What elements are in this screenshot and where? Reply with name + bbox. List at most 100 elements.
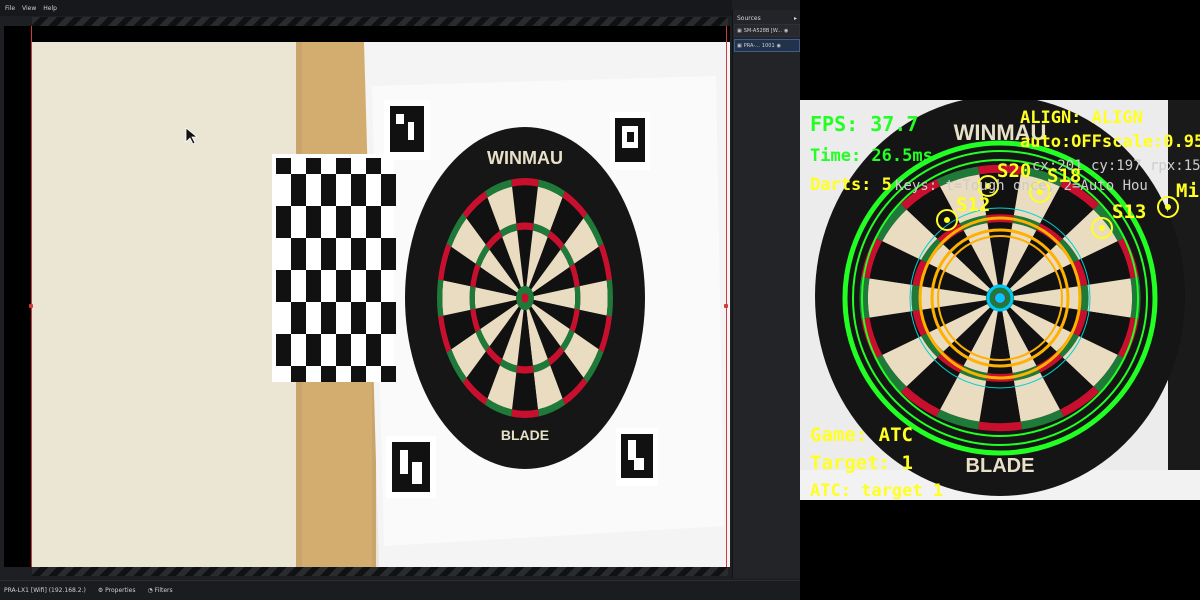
checker-square xyxy=(381,302,396,318)
checker-square xyxy=(366,158,381,174)
source-item[interactable]: ▣ SM-A528B [W... ◉ xyxy=(734,24,800,37)
checker-square xyxy=(276,222,291,238)
detection-image: WINMAU BLADE FPS: 37.7 Time: 26.5ms Dart xyxy=(800,100,1200,500)
resize-handle-left[interactable] xyxy=(29,304,33,308)
checker-square xyxy=(276,206,291,222)
checker-square xyxy=(336,334,351,350)
source-item[interactable]: ▣ PRA-... 1001 ◉ xyxy=(734,39,800,52)
checker-square xyxy=(306,334,321,350)
selection-edge-left[interactable] xyxy=(31,26,32,567)
checker-square xyxy=(291,318,306,334)
marker-label: S13 xyxy=(1112,201,1146,223)
dart-marker-dot xyxy=(1099,225,1105,231)
board-segment xyxy=(469,286,476,310)
checker-square xyxy=(336,286,351,302)
checker-square xyxy=(321,366,336,382)
properties-label: Properties xyxy=(105,587,136,594)
source-name: SM-A528B [W... xyxy=(743,27,782,34)
preview-canvas[interactable]: WINMAU BLADE xyxy=(4,26,732,567)
checker-square xyxy=(321,238,336,254)
checker-square xyxy=(336,158,351,174)
resize-handle-right[interactable] xyxy=(724,304,728,308)
board-segment xyxy=(516,222,534,231)
checker-square xyxy=(366,350,381,366)
checker-square xyxy=(351,254,366,270)
checker-square xyxy=(366,286,381,302)
dartboard-left: WINMAU BLADE xyxy=(405,127,645,469)
source-name: PRA-... xyxy=(743,42,760,49)
checker-square xyxy=(381,254,396,270)
checker-square xyxy=(306,158,321,174)
checker-square xyxy=(366,222,381,238)
board-segment xyxy=(579,280,608,316)
checker-square xyxy=(381,318,396,334)
board-model-left: BLADE xyxy=(501,427,549,443)
dock-menu-icon[interactable]: ▸ xyxy=(794,15,797,22)
bullseye-cyan xyxy=(995,293,1005,303)
menu-file[interactable]: File xyxy=(5,5,15,12)
board-segment xyxy=(512,372,538,411)
source-value: 1001 xyxy=(761,42,775,49)
fps-readout: FPS: 37.7 xyxy=(810,112,918,136)
marker-label: S12 xyxy=(956,194,990,216)
checker-square xyxy=(291,254,306,270)
checker-square xyxy=(321,190,336,206)
menu-view[interactable]: View xyxy=(22,5,36,12)
detection-view: WINMAU BLADE FPS: 37.7 Time: 26.5ms Dart xyxy=(800,100,1200,500)
calibration-checkerboard xyxy=(272,154,396,382)
menu-help[interactable]: Help xyxy=(43,5,57,12)
marker-label: S18 xyxy=(1047,165,1081,187)
checker-square xyxy=(351,238,366,254)
edit-stripe-top xyxy=(32,17,728,26)
darts-count: Darts: 5 xyxy=(810,175,892,195)
bullseye xyxy=(521,293,529,303)
checker-square xyxy=(381,174,396,190)
selection-edge-right[interactable] xyxy=(726,26,727,567)
target-readout: Target: 1 xyxy=(810,452,913,474)
checker-square xyxy=(276,350,291,366)
dart-marker-dot xyxy=(944,217,950,223)
checker-square xyxy=(351,318,366,334)
marker-label: Mi xyxy=(1176,180,1199,202)
filters-label: Filters xyxy=(154,587,173,594)
menu-bar: File View Help xyxy=(0,0,732,16)
dart-marker-dot xyxy=(1165,204,1171,210)
properties-button[interactable]: ⚙ Properties xyxy=(98,587,136,594)
checker-square xyxy=(381,366,396,382)
checker-square xyxy=(276,270,291,286)
visibility-eye-icon[interactable]: ◉ xyxy=(784,28,788,34)
gear-icon: ⚙ xyxy=(97,587,104,594)
align-status: ALIGN: ALIGN xyxy=(1020,108,1143,128)
checker-square xyxy=(366,270,381,286)
checker-square xyxy=(321,302,336,318)
checker-square xyxy=(306,270,321,286)
checker-square xyxy=(306,206,321,222)
checker-square xyxy=(321,254,336,270)
checker-square xyxy=(351,174,366,190)
obs-window: File View Help WINMAU BLADE Sources ▸ ▣ … xyxy=(0,0,800,600)
visibility-eye-icon[interactable]: ◉ xyxy=(777,43,781,49)
checker-square xyxy=(366,334,381,350)
board-model-right: BLADE xyxy=(966,455,1035,477)
auto-scale-status: auto:OFFscale:0.95 xyxy=(1020,132,1200,152)
sources-title: Sources xyxy=(737,15,761,22)
checker-square xyxy=(336,270,351,286)
filters-button[interactable]: ◔ Filters xyxy=(147,587,172,594)
board-segment xyxy=(1087,278,1133,318)
sources-dock: Sources ▸ ▣ SM-A528B [W... ◉ ▣ PRA-... 10… xyxy=(732,10,800,578)
camera-icon: ▣ xyxy=(737,42,742,49)
checker-square xyxy=(336,206,351,222)
board-segment xyxy=(442,280,471,316)
checker-square xyxy=(351,366,366,382)
checker-square xyxy=(366,206,381,222)
checker-square xyxy=(321,174,336,190)
status-bar: PRA-LX1 [Wifi] (192.168.2.) ⚙ Properties… xyxy=(0,580,800,600)
edit-stripe-bottom xyxy=(32,567,728,576)
device-label: PRA-LX1 [Wifi] (192.168.2.) xyxy=(4,587,86,594)
camera-icon: ▣ xyxy=(737,27,742,34)
game-mode: Game: ATC xyxy=(810,424,913,446)
filter-icon: ◔ xyxy=(147,587,153,594)
board-brand-left: WINMAU xyxy=(487,148,563,168)
atc-status: ATC: target 1 xyxy=(810,481,943,500)
checker-square xyxy=(291,366,306,382)
